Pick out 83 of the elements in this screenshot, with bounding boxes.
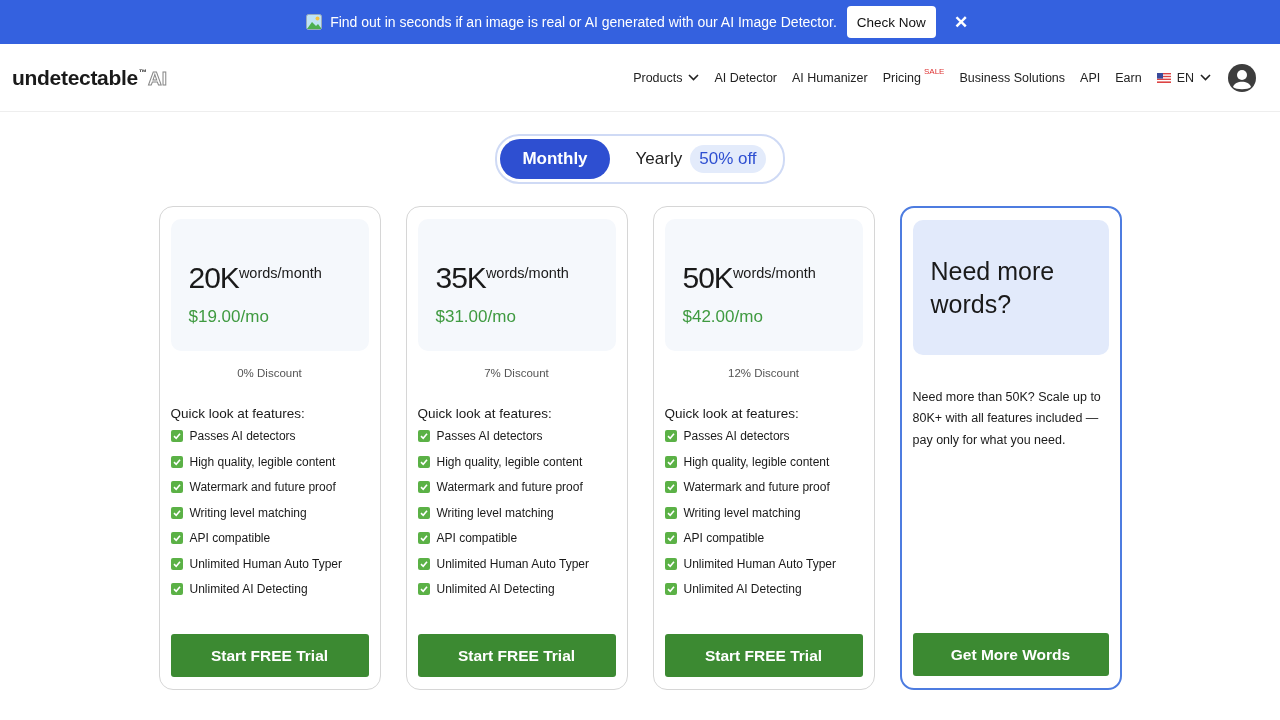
- checkbox-icon: [664, 506, 677, 519]
- word-amount: 35K: [435, 261, 486, 295]
- picture-icon: [306, 14, 323, 30]
- flag-icon: [1156, 72, 1171, 83]
- feature-text: Unlimited AI Detecting: [189, 582, 308, 596]
- checkbox-icon: [664, 430, 677, 442]
- checkbox-icon: [417, 557, 430, 570]
- checkbox-icon: [170, 532, 183, 544]
- discount-label: 12% Discount: [727, 367, 800, 379]
- word-amount: 50K: [682, 261, 733, 295]
- plan-price: $42.00/mo: [682, 307, 764, 327]
- checkbox-icon: [664, 481, 677, 493]
- checkbox-icon: [417, 481, 430, 493]
- feature-text: Watermark and future proof: [189, 480, 336, 494]
- feature-text: Passes AI detectors: [436, 429, 543, 443]
- discount-label: 0% Discount: [236, 367, 303, 379]
- checkbox-icon: [417, 430, 430, 442]
- feature-text: High quality, legible content: [436, 454, 583, 469]
- checkbox-icon: [664, 455, 677, 468]
- feature-text: API compatible: [189, 531, 271, 545]
- checkbox-icon: [170, 506, 183, 519]
- checkbox-icon: [170, 430, 183, 442]
- feature-text: Watermark and future proof: [436, 480, 583, 494]
- feature-text: High quality, legible content: [683, 454, 830, 469]
- caret-icon: [1200, 74, 1211, 81]
- nav-link[interactable]: AI Humanizer: [792, 70, 868, 85]
- discount-label: 7% Discount: [483, 367, 550, 379]
- checkbox-icon: [664, 557, 677, 570]
- nav-link[interactable]: Business Solutions: [959, 70, 1066, 85]
- checkbox-icon: [417, 455, 430, 468]
- nav-link[interactable]: API: [1080, 70, 1101, 85]
- feature-text: High quality, legible content: [189, 454, 336, 469]
- logo[interactable]: undetectable™AI: [12, 65, 167, 90]
- plan-description: Need more than 50K? Scale up to 80K+ with all features included — pay only for what you need.: [912, 389, 1102, 449]
- checkbox-icon: [664, 532, 677, 544]
- checkbox-icon: [170, 557, 183, 570]
- start-trial-button[interactable]: Start FREE Trial: [417, 634, 616, 677]
- feature-text: Writing level matching: [683, 505, 801, 520]
- checkbox-icon: [170, 455, 183, 468]
- banner-text: Find out in seconds if an image is real or AI generated with our AI Image Detector.: [330, 14, 837, 30]
- nav-link[interactable]: Pricing $^{SALE}$: [882, 70, 945, 85]
- plan-price: $19.00/mo: [188, 307, 270, 327]
- feature-text: Unlimited Human Auto Typer: [436, 556, 590, 571]
- word-unit: words/month: [238, 265, 322, 281]
- nav-link[interactable]: Earn: [1115, 70, 1142, 85]
- plan-title: Need more words?: [930, 256, 1056, 320]
- feature-text: Unlimited AI Detecting: [436, 582, 555, 596]
- checkbox-icon: [664, 583, 677, 595]
- plan-price: $31.00/mo: [435, 307, 517, 327]
- check-now-button[interactable]: Check Now: [846, 6, 936, 38]
- close-button[interactable]: ✕: [947, 11, 974, 33]
- discount-badge: 50% off: [690, 145, 766, 173]
- checkbox-icon: [417, 506, 430, 519]
- billing-option[interactable]: Monthly: [500, 139, 610, 179]
- caret-icon: [688, 74, 700, 81]
- start-trial-button[interactable]: Start FREE Trial: [664, 634, 863, 677]
- features-title: Quick look at features:: [417, 406, 553, 421]
- feature-text: Unlimited AI Detecting: [683, 582, 802, 596]
- checkbox-icon: [170, 481, 183, 493]
- word-amount: 20K: [188, 261, 239, 295]
- word-unit: words/month: [732, 265, 816, 281]
- feature-text: Passes AI detectors: [189, 429, 296, 443]
- word-unit: words/month: [485, 265, 569, 281]
- feature-text: Unlimited Human Auto Typer: [683, 556, 837, 571]
- features-title: Quick look at features:: [664, 406, 800, 421]
- user-avatar-icon[interactable]: [1228, 63, 1256, 92]
- feature-text: API compatible: [436, 531, 518, 545]
- feature-text: Passes AI detectors: [683, 429, 790, 443]
- billing-option[interactable]: Yearly 50% off: [613, 139, 780, 179]
- feature-text: API compatible: [683, 531, 765, 545]
- feature-text: Unlimited Human Auto Typer: [189, 556, 343, 571]
- nav-link[interactable]: Products: [633, 70, 700, 85]
- start-trial-button[interactable]: Start FREE Trial: [170, 634, 369, 677]
- checkbox-icon: [170, 583, 183, 595]
- get-more-words-button[interactable]: Get More Words: [912, 633, 1109, 676]
- nav-link[interactable]: AI Detector: [714, 70, 777, 85]
- features-title: Quick look at features:: [170, 406, 306, 421]
- language-selector[interactable]: EN: [1156, 70, 1211, 85]
- checkbox-icon: [417, 532, 430, 544]
- feature-text: Writing level matching: [436, 505, 554, 520]
- feature-text: Writing level matching: [189, 505, 307, 520]
- feature-text: Watermark and future proof: [683, 480, 830, 494]
- checkbox-icon: [417, 583, 430, 595]
